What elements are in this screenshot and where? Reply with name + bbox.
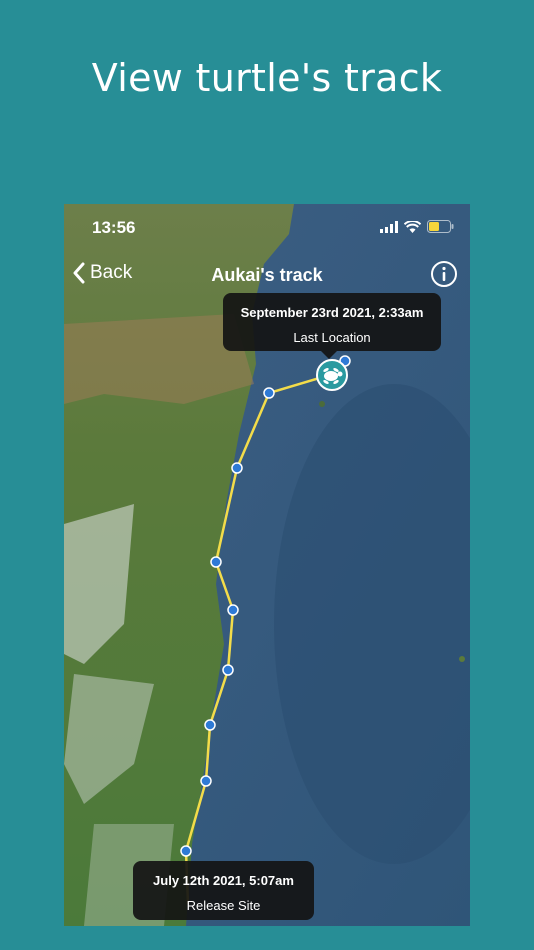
waypoint-marker[interactable] <box>227 604 239 616</box>
status-bar: 13:56 <box>64 204 470 250</box>
navigation-bar: Back Aukai's track <box>64 256 470 296</box>
battery-icon <box>427 220 454 233</box>
turtle-location-marker[interactable] <box>316 359 348 391</box>
waypoint-marker[interactable] <box>231 462 243 474</box>
waypoint-marker[interactable] <box>200 775 212 787</box>
waypoint-marker[interactable] <box>263 387 275 399</box>
release-site-date: July 12th 2021, 5:07am <box>153 873 294 888</box>
cellular-signal-icon <box>380 220 398 233</box>
wifi-icon <box>404 220 421 233</box>
last-location-caption: Last Location <box>293 330 371 345</box>
release-site-tooltip: July 12th 2021, 5:07am Release Site <box>133 861 314 920</box>
last-location-date: September 23rd 2021, 2:33am <box>240 305 424 320</box>
page-headline: View turtle's track <box>91 56 443 100</box>
info-icon[interactable] <box>430 260 458 288</box>
waypoint-marker[interactable] <box>180 845 192 857</box>
waypoint-marker[interactable] <box>204 719 216 731</box>
release-site-caption: Release Site <box>186 898 261 913</box>
waypoint-marker[interactable] <box>210 556 222 568</box>
status-time: 13:56 <box>92 218 136 237</box>
last-location-tooltip: September 23rd 2021, 2:33am Last Locatio… <box>223 293 441 359</box>
phone-screen: 13:56 Back Aukai's track September 23rd … <box>64 204 470 926</box>
page-title: Aukai's track <box>211 265 323 285</box>
waypoint-marker[interactable] <box>222 664 234 676</box>
